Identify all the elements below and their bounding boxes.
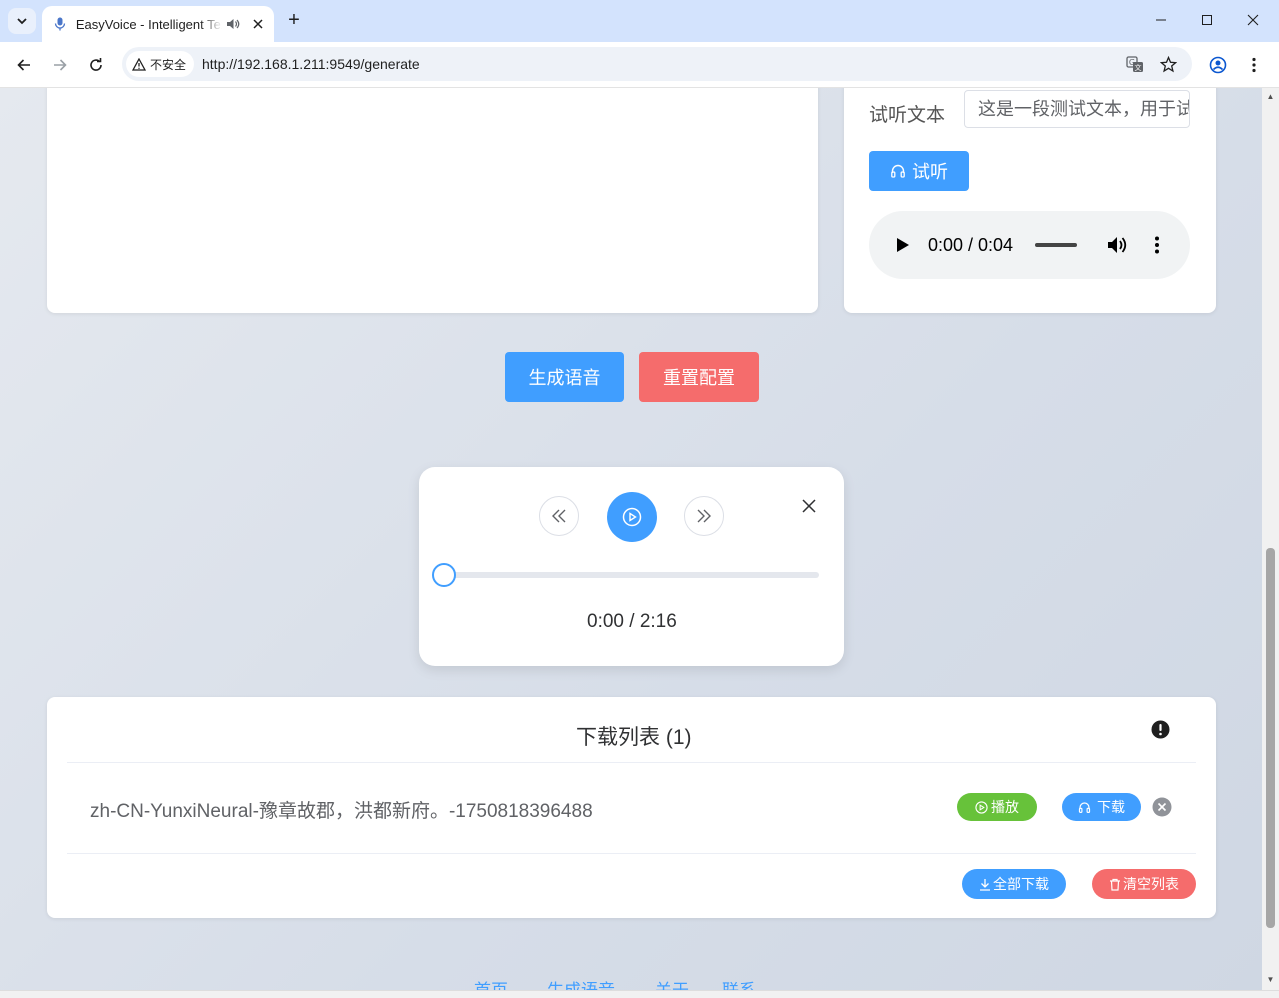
generate-button[interactable]: 生成语音: [505, 352, 624, 402]
play-circle-icon: [622, 507, 642, 527]
fast-forward-button[interactable]: [684, 496, 724, 536]
footer-link-contact[interactable]: 联系: [722, 976, 756, 990]
headphones-icon: [1078, 801, 1091, 813]
maximize-icon[interactable]: [1197, 10, 1217, 30]
browser-toolbar: 不安全 http://192.168.1.211:9549/generate G…: [0, 42, 1279, 88]
address-bar[interactable]: 不安全 http://192.168.1.211:9549/generate G…: [122, 47, 1192, 81]
item-play-label: 播放: [991, 799, 1019, 815]
footer-link-home[interactable]: 首页: [474, 976, 508, 990]
play-icon[interactable]: [896, 237, 910, 253]
trash-icon: [1110, 878, 1120, 891]
info-icon[interactable]: [1151, 720, 1170, 739]
preview-audio-time: 0:00 / 0:04: [928, 235, 1014, 255]
url-text: http://192.168.1.211:9549/generate: [202, 56, 420, 72]
text-input-card: [47, 88, 818, 313]
item-download-button[interactable]: 下载: [1062, 793, 1141, 821]
headphones-icon: [891, 164, 905, 178]
preview-button[interactable]: 试听: [869, 151, 969, 191]
download-all-button[interactable]: 全部下载: [962, 869, 1066, 899]
tab-search-button[interactable]: [8, 8, 36, 34]
play-circle-icon: [975, 800, 988, 814]
remove-item-icon[interactable]: [1152, 797, 1172, 817]
close-player-icon[interactable]: [800, 497, 818, 515]
footer-link-generate[interactable]: 生成语音: [547, 976, 615, 990]
rewind-button[interactable]: [539, 496, 579, 536]
scrollbar-thumb[interactable]: [1266, 548, 1275, 928]
download-item-name: zh-CN-YunxiNeural-豫章故郡，洪都新府。-17508183964…: [90, 801, 593, 822]
download-list-title: 下载列表 (1): [576, 726, 692, 749]
horizontal-scrollbar: [0, 990, 1279, 998]
preview-text-input[interactable]: 这是一段测试文本，用于试听: [964, 90, 1190, 128]
preview-button-label: 试听: [912, 162, 948, 182]
browser-tabstrip: EasyVoice - Intelligent Text to Speech +: [0, 0, 1279, 42]
player-time: 0:00 / 2:16: [587, 611, 677, 632]
page-scrollbar[interactable]: ▲ ▼: [1262, 88, 1279, 990]
svg-text:文: 文: [1135, 63, 1142, 72]
microphone-icon: [52, 16, 68, 32]
profile-icon[interactable]: [1206, 53, 1230, 77]
item-download-label: 下载: [1097, 799, 1125, 815]
double-chevron-left-icon: [552, 509, 566, 523]
translate-icon[interactable]: G文: [1126, 55, 1144, 73]
preview-label: 试听文本: [869, 105, 946, 126]
scroll-down-icon[interactable]: ▼: [1266, 976, 1275, 984]
chevron-down-icon: [17, 18, 27, 25]
item-play-button[interactable]: 播放: [957, 793, 1037, 821]
play-button[interactable]: [607, 492, 657, 542]
speaker-icon[interactable]: [226, 18, 242, 30]
window-close-icon[interactable]: [1243, 10, 1263, 30]
forward-arrow-icon[interactable]: [48, 53, 72, 77]
browser-tab[interactable]: EasyVoice - Intelligent Text to Speech: [42, 6, 274, 42]
star-icon[interactable]: [1159, 55, 1177, 73]
download-icon: [980, 878, 990, 891]
double-chevron-right-icon: [697, 509, 711, 523]
preview-audio-player[interactable]: 0:00 / 0:04: [869, 211, 1190, 279]
scroll-up-icon[interactable]: ▲: [1266, 93, 1275, 101]
page-viewport: 试听文本 这是一段测试文本，用于试听 试听 0:00 / 0:04 生成语音 重…: [0, 88, 1262, 990]
divider: [67, 762, 1196, 763]
tab-close-icon[interactable]: [250, 19, 266, 29]
footer-link-about[interactable]: 关于: [655, 976, 689, 990]
download-all-label: 全部下载: [993, 876, 1049, 892]
warning-icon: [132, 57, 146, 71]
minimize-icon[interactable]: [1151, 10, 1171, 30]
divider: [67, 853, 1196, 854]
security-label: 不安全: [150, 57, 187, 72]
tab-title: EasyVoice - Intelligent Text to Speech: [75, 16, 222, 32]
more-vertical-icon[interactable]: [1242, 53, 1266, 77]
back-arrow-icon[interactable]: [12, 53, 36, 77]
reload-icon[interactable]: [84, 53, 108, 77]
more-vertical-icon[interactable]: [1155, 236, 1159, 254]
volume-icon[interactable]: [1107, 235, 1129, 255]
new-tab-icon[interactable]: +: [284, 10, 304, 30]
player-progress-track[interactable]: [444, 572, 819, 578]
reset-button[interactable]: 重置配置: [639, 352, 759, 402]
player-progress-thumb[interactable]: [432, 563, 456, 587]
clear-list-button[interactable]: 清空列表: [1092, 869, 1196, 899]
security-chip[interactable]: 不安全: [126, 51, 195, 77]
clear-list-label: 清空列表: [1123, 876, 1179, 892]
preview-audio-progress[interactable]: [1035, 243, 1077, 247]
